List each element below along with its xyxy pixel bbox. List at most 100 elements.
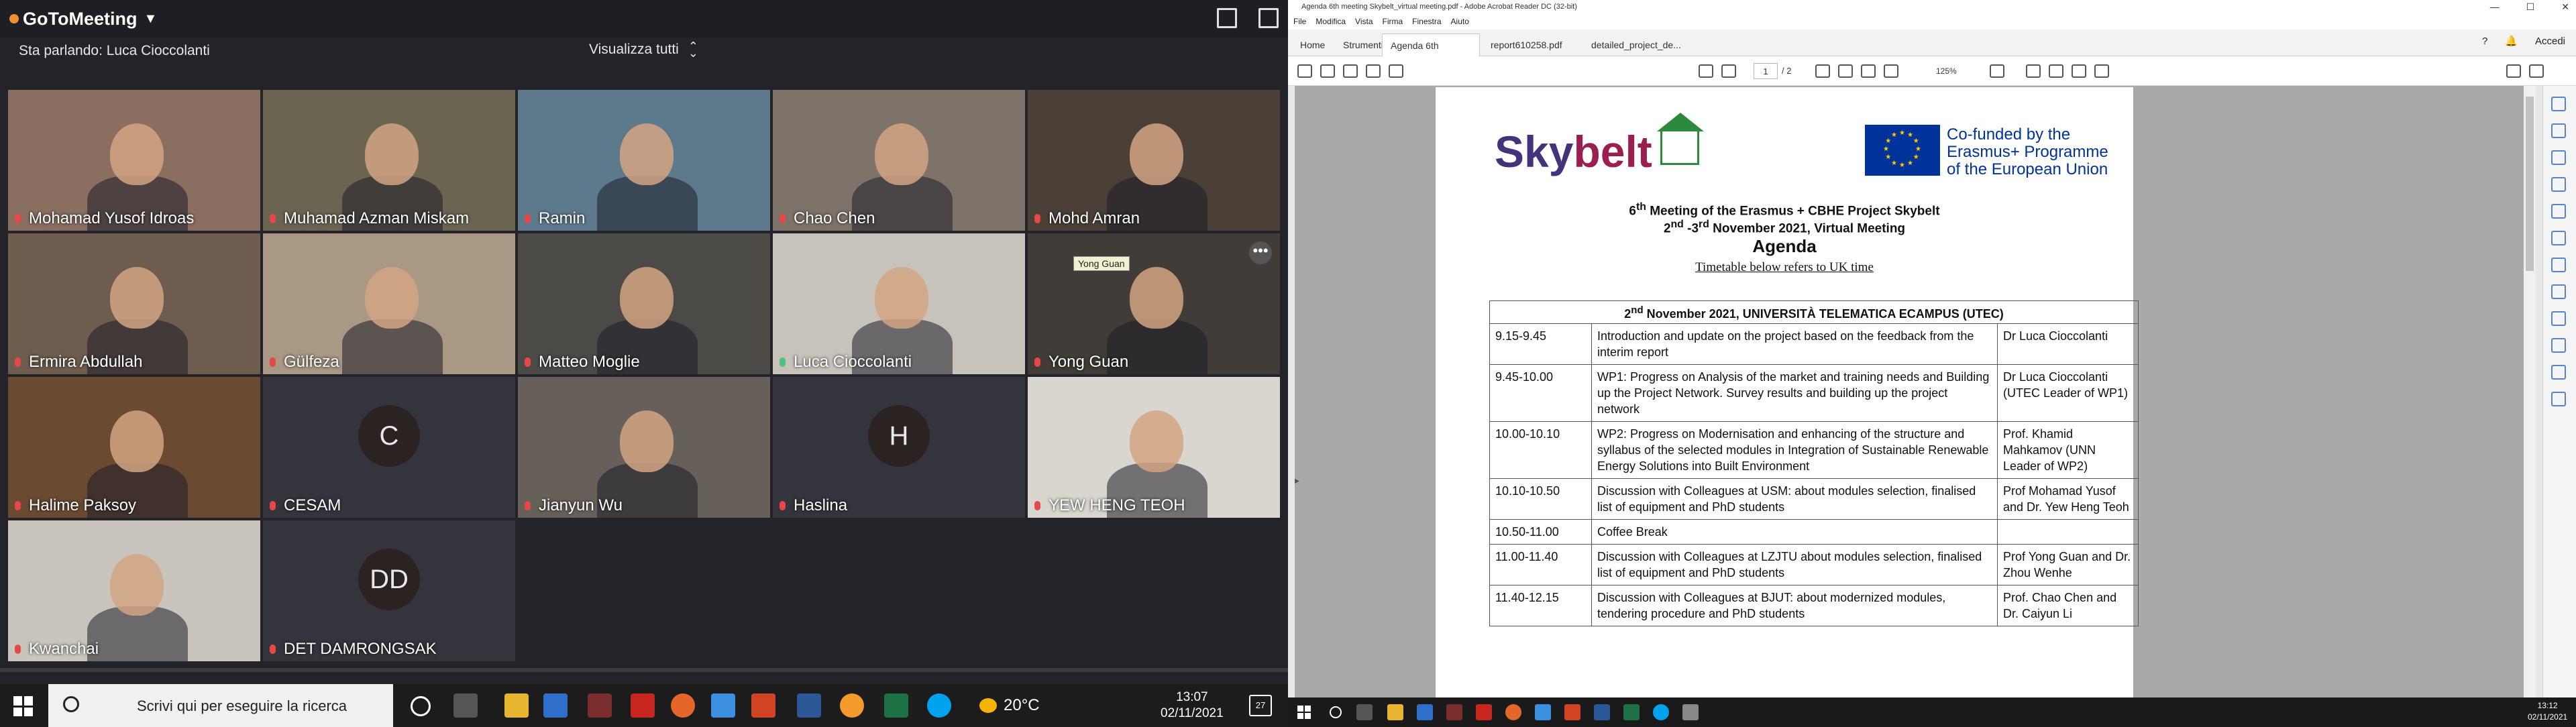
participant-tile[interactable]: DD DET DAMRONGSAK (263, 520, 515, 661)
gotomeeting-taskbar-icon[interactable] (840, 693, 864, 718)
page-number-input[interactable] (1754, 63, 1778, 79)
cortana-icon[interactable] (411, 696, 431, 716)
tab-document[interactable]: Home (1292, 34, 1332, 56)
sign-in-link[interactable]: Accedi (2535, 36, 2565, 47)
participant-tile[interactable]: Matteo Moglie (518, 233, 770, 374)
document-scrollbar[interactable] (2524, 86, 2536, 697)
ees-icon[interactable] (1446, 704, 1462, 720)
outlook-icon[interactable] (1535, 704, 1551, 720)
create-pdf-icon[interactable] (2551, 150, 2566, 165)
highlight-icon[interactable] (2049, 64, 2063, 78)
tab-document[interactable]: report610258.pdf (1483, 34, 1580, 56)
notification-center-icon[interactable]: 27 (1249, 695, 1272, 716)
task-view-icon[interactable] (453, 693, 478, 718)
participant-tile[interactable]: Mohamad Yusof Idroas (8, 90, 260, 231)
combine-icon[interactable] (2551, 231, 2566, 245)
tab-document[interactable]: Agenda 6th meetin... ✕ (1382, 34, 1480, 74)
draw-icon[interactable] (2072, 64, 2086, 78)
left-panel-toggle-icon[interactable]: ▸ (1295, 475, 1299, 486)
maximize-icon[interactable]: ☐ (2526, 0, 2535, 13)
send-icon[interactable] (2551, 365, 2566, 380)
protect-icon[interactable] (2551, 338, 2566, 353)
participant-tile[interactable]: Ramin (518, 90, 770, 231)
zoom-level[interactable]: 125% (1936, 63, 1976, 79)
search-icon[interactable] (1330, 706, 1342, 718)
participant-tile[interactable]: Chao Chen (773, 90, 1025, 231)
gtm-scrollbar[interactable] (0, 668, 1288, 672)
menu-item[interactable]: Modifica (1316, 13, 1346, 30)
participant-tile[interactable]: Jianyun Wu (518, 377, 770, 518)
more-tools-icon[interactable] (2551, 392, 2566, 406)
more-dots-icon[interactable]: ••• (1249, 241, 1272, 264)
close-icon[interactable]: ✕ (2561, 0, 2569, 13)
file-explorer-icon[interactable] (1387, 704, 1403, 720)
create-icon[interactable] (1297, 64, 1312, 78)
view-all-selector[interactable]: Visualizza tutti ⌃ ⌄ (589, 40, 698, 59)
search-tool-icon[interactable] (2551, 97, 2566, 111)
menu-item[interactable]: Finestra (1412, 13, 1441, 30)
excel-icon[interactable] (884, 693, 908, 718)
prev-page-icon[interactable] (1699, 64, 1713, 78)
search-icon[interactable] (1389, 64, 1403, 78)
outlook-icon[interactable] (711, 693, 735, 718)
acrobat-taskbar-icon[interactable] (1476, 704, 1492, 720)
ees-icon[interactable] (588, 693, 612, 718)
edit-pdf-icon[interactable] (2551, 177, 2566, 192)
comment-tool-icon[interactable] (2551, 204, 2566, 219)
print-icon[interactable] (1366, 64, 1381, 78)
skype-icon[interactable] (1653, 704, 1669, 720)
participant-tile[interactable]: Gülfeza (263, 233, 515, 374)
menu-item[interactable]: File (1293, 13, 1306, 30)
word-icon[interactable] (1594, 704, 1610, 720)
participant-tile[interactable]: H Haslina (773, 377, 1025, 518)
participant-tile[interactable]: C CESAM (263, 377, 515, 518)
share-icon[interactable] (2529, 64, 2544, 78)
comment-icon[interactable] (2026, 64, 2041, 78)
participant-tile[interactable]: YEW HENG TEOH (1028, 377, 1280, 518)
bookmark-icon[interactable] (1320, 64, 1335, 78)
matlab-icon[interactable] (1417, 704, 1433, 720)
taskbar-clock[interactable]: 13:07 02/11/2021 (1161, 689, 1224, 722)
powerpoint-icon[interactable] (1564, 704, 1580, 720)
participant-tile[interactable]: Mohd Amran (1028, 90, 1280, 231)
scrollbar-thumb[interactable] (2526, 97, 2534, 271)
taskbar-clock[interactable]: 13:12 02/11/2021 (2528, 700, 2567, 723)
weather-widget[interactable]: 20°C (979, 696, 1040, 715)
acrobat-taskbar-icon[interactable] (631, 693, 655, 718)
select-cursor-icon[interactable] (1815, 64, 1830, 78)
participant-tile[interactable]: Luca Cioccolanti (773, 233, 1025, 374)
fill-sign-icon[interactable] (2551, 311, 2566, 326)
menu-item[interactable]: Aiuto (1451, 13, 1469, 30)
matlab-icon[interactable] (543, 693, 568, 718)
upload-icon[interactable] (1343, 64, 1358, 78)
powerpoint-icon[interactable] (751, 693, 775, 718)
participant-tile[interactable]: Ermira Abdullah (8, 233, 260, 374)
windows-start-icon[interactable] (1297, 706, 1311, 719)
minimize-icon[interactable]: — (2490, 0, 2500, 13)
menu-item[interactable]: Vista (1355, 13, 1373, 30)
skype-icon[interactable] (927, 693, 951, 718)
stamp-icon[interactable] (2094, 64, 2109, 78)
next-page-icon[interactable] (1721, 64, 1736, 78)
file-explorer-icon[interactable] (504, 693, 529, 718)
excel-icon[interactable] (1623, 704, 1640, 720)
export-pdf-icon[interactable] (2551, 123, 2566, 138)
participant-tile[interactable]: Kwanchai (8, 520, 260, 661)
firefox-icon[interactable] (671, 693, 695, 718)
compress-icon[interactable] (2551, 284, 2566, 299)
participant-tile[interactable]: Halime Paksoy (8, 377, 260, 518)
sign-icon[interactable] (2506, 64, 2521, 78)
bell-icon[interactable]: 🔔 (2505, 35, 2518, 47)
hand-tool-icon[interactable] (1838, 64, 1853, 78)
windows-start-icon[interactable] (13, 696, 34, 716)
zoom-in-icon[interactable] (1884, 64, 1898, 78)
gtm-app-menu[interactable]: GoToMeeting ▼ (9, 7, 157, 31)
edit-icon[interactable] (1258, 8, 1279, 28)
participant-tile[interactable]: Yong Guan ••• Yong Guan (1028, 233, 1280, 374)
tab-document[interactable]: detailed_project_de... (1583, 34, 1690, 56)
app-icon[interactable] (1682, 704, 1699, 720)
firefox-icon[interactable] (1505, 704, 1521, 720)
organize-icon[interactable] (2551, 258, 2566, 272)
word-icon[interactable] (797, 693, 821, 718)
popout-icon[interactable] (1217, 8, 1237, 28)
